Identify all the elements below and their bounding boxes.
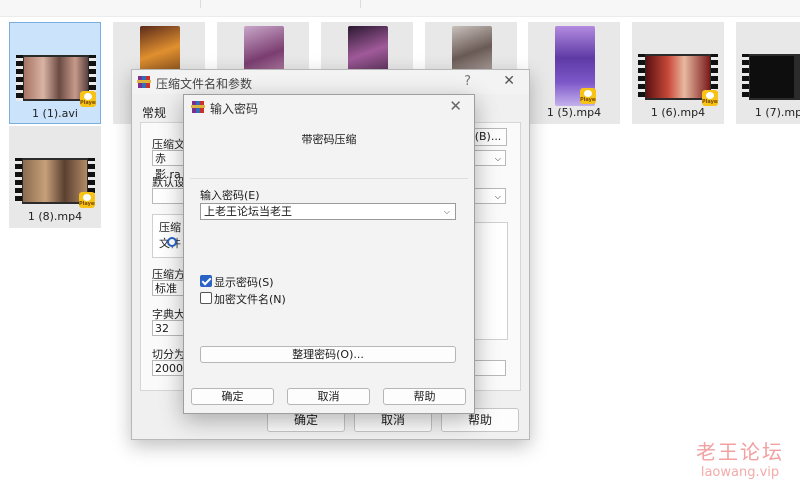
archive-name-field[interactable]: 赤影.ra xyxy=(152,150,184,181)
watermark-en: laowang.vip xyxy=(700,465,780,480)
film-strip xyxy=(742,54,749,100)
help-button[interactable]: 帮助 xyxy=(383,388,466,405)
file-tile-1-7-mp4[interactable]: 1 (7).mp4 xyxy=(736,22,800,124)
rar-format-radio[interactable] xyxy=(167,237,177,247)
archive-options-group xyxy=(472,222,508,340)
dialog-title: 输入密码 xyxy=(210,102,259,116)
file-name: 1 (5).mp4 xyxy=(546,106,602,119)
explorer-top-strip xyxy=(0,0,800,17)
winrar-icon xyxy=(137,76,151,88)
close-icon[interactable]: ✕ xyxy=(449,97,462,115)
film-strip xyxy=(638,54,645,100)
profile-field[interactable] xyxy=(152,188,184,204)
enter-password-dialog: 输入密码 ✕ 带密码压缩 输入密码(E) 上老王论坛当老王 ⌵ 显示密码(S) … xyxy=(183,94,475,414)
update-mode-dropdown[interactable]: ⌵ xyxy=(472,188,506,204)
file-tile-1-5-mp4[interactable]: Player 1 (5).mp4 xyxy=(528,22,620,124)
method-field[interactable]: 标准 xyxy=(152,280,184,296)
file-name: 1 (6).mp4 xyxy=(650,106,706,119)
dialog-heading: 带密码压缩 xyxy=(301,133,357,146)
chevron-down-icon: ⌵ xyxy=(494,192,501,201)
file-tile-1-8-mp4[interactable]: Player 1 (8).mp4 xyxy=(9,126,101,228)
dictionary-field[interactable]: 32 xyxy=(152,320,184,336)
ok-button[interactable]: 确定 xyxy=(191,388,274,405)
split-field[interactable]: 2000 xyxy=(152,360,184,376)
player-badge-icon: Player xyxy=(79,192,95,208)
cancel-button[interactable]: 取消 xyxy=(287,388,370,405)
dialog-titlebar: 压缩文件名和参数 ? ✕ xyxy=(132,70,529,94)
film-strip xyxy=(16,55,23,101)
show-password-label[interactable]: 显示密码(S) xyxy=(214,274,274,290)
dialog-title: 压缩文件名和参数 xyxy=(156,77,253,91)
player-badge-icon: Player xyxy=(580,88,596,104)
organize-passwords-button[interactable]: 整理密码(O)... xyxy=(200,346,456,363)
file-tile-1-avi[interactable]: Player 1 (1).avi xyxy=(9,22,101,124)
password-value: 上老王论坛当老王 xyxy=(204,205,292,218)
password-input[interactable]: 上老王论坛当老王 ⌵ xyxy=(200,203,456,220)
thumbnail-image xyxy=(646,56,710,98)
archive-name-dropdown[interactable]: ⌵ xyxy=(472,150,506,166)
show-password-checkbox[interactable] xyxy=(200,275,212,287)
video-thumbnail xyxy=(742,54,800,100)
password-label: 输入密码(E) xyxy=(200,189,260,202)
encrypt-file-names-label[interactable]: 加密文件名(N) xyxy=(214,291,286,307)
close-icon[interactable]: ✕ xyxy=(503,73,515,89)
file-tile-1-6-mp4[interactable]: Player 1 (6).mp4 xyxy=(632,22,724,124)
thumbnail-image xyxy=(750,56,794,98)
winrar-icon xyxy=(191,101,205,113)
chevron-down-icon[interactable]: ⌵ xyxy=(444,204,450,219)
watermark-cn: 老王论坛 xyxy=(696,440,784,464)
encrypt-file-names-checkbox[interactable] xyxy=(200,292,212,304)
chevron-down-icon: ⌵ xyxy=(494,154,501,163)
player-badge-icon: Player xyxy=(80,91,96,107)
film-strip xyxy=(15,158,22,204)
site-watermark: 老王论坛 laowang.vip xyxy=(690,436,790,480)
thumbnail-image xyxy=(24,57,88,99)
thumbnail-image xyxy=(23,160,87,202)
dialog-titlebar: 输入密码 ✕ xyxy=(184,95,474,119)
help-icon[interactable]: ? xyxy=(464,74,471,89)
divider xyxy=(190,178,468,179)
parameters-field[interactable] xyxy=(472,360,506,376)
tab-general[interactable]: 常规 xyxy=(142,104,166,121)
file-name: 1 (1).avi xyxy=(32,107,78,120)
file-name: 1 (7).mp4 xyxy=(754,106,800,119)
column-separator xyxy=(360,0,361,8)
column-separator xyxy=(200,0,201,8)
file-name: 1 (8).mp4 xyxy=(27,210,83,223)
player-badge-icon: Player xyxy=(702,90,718,106)
